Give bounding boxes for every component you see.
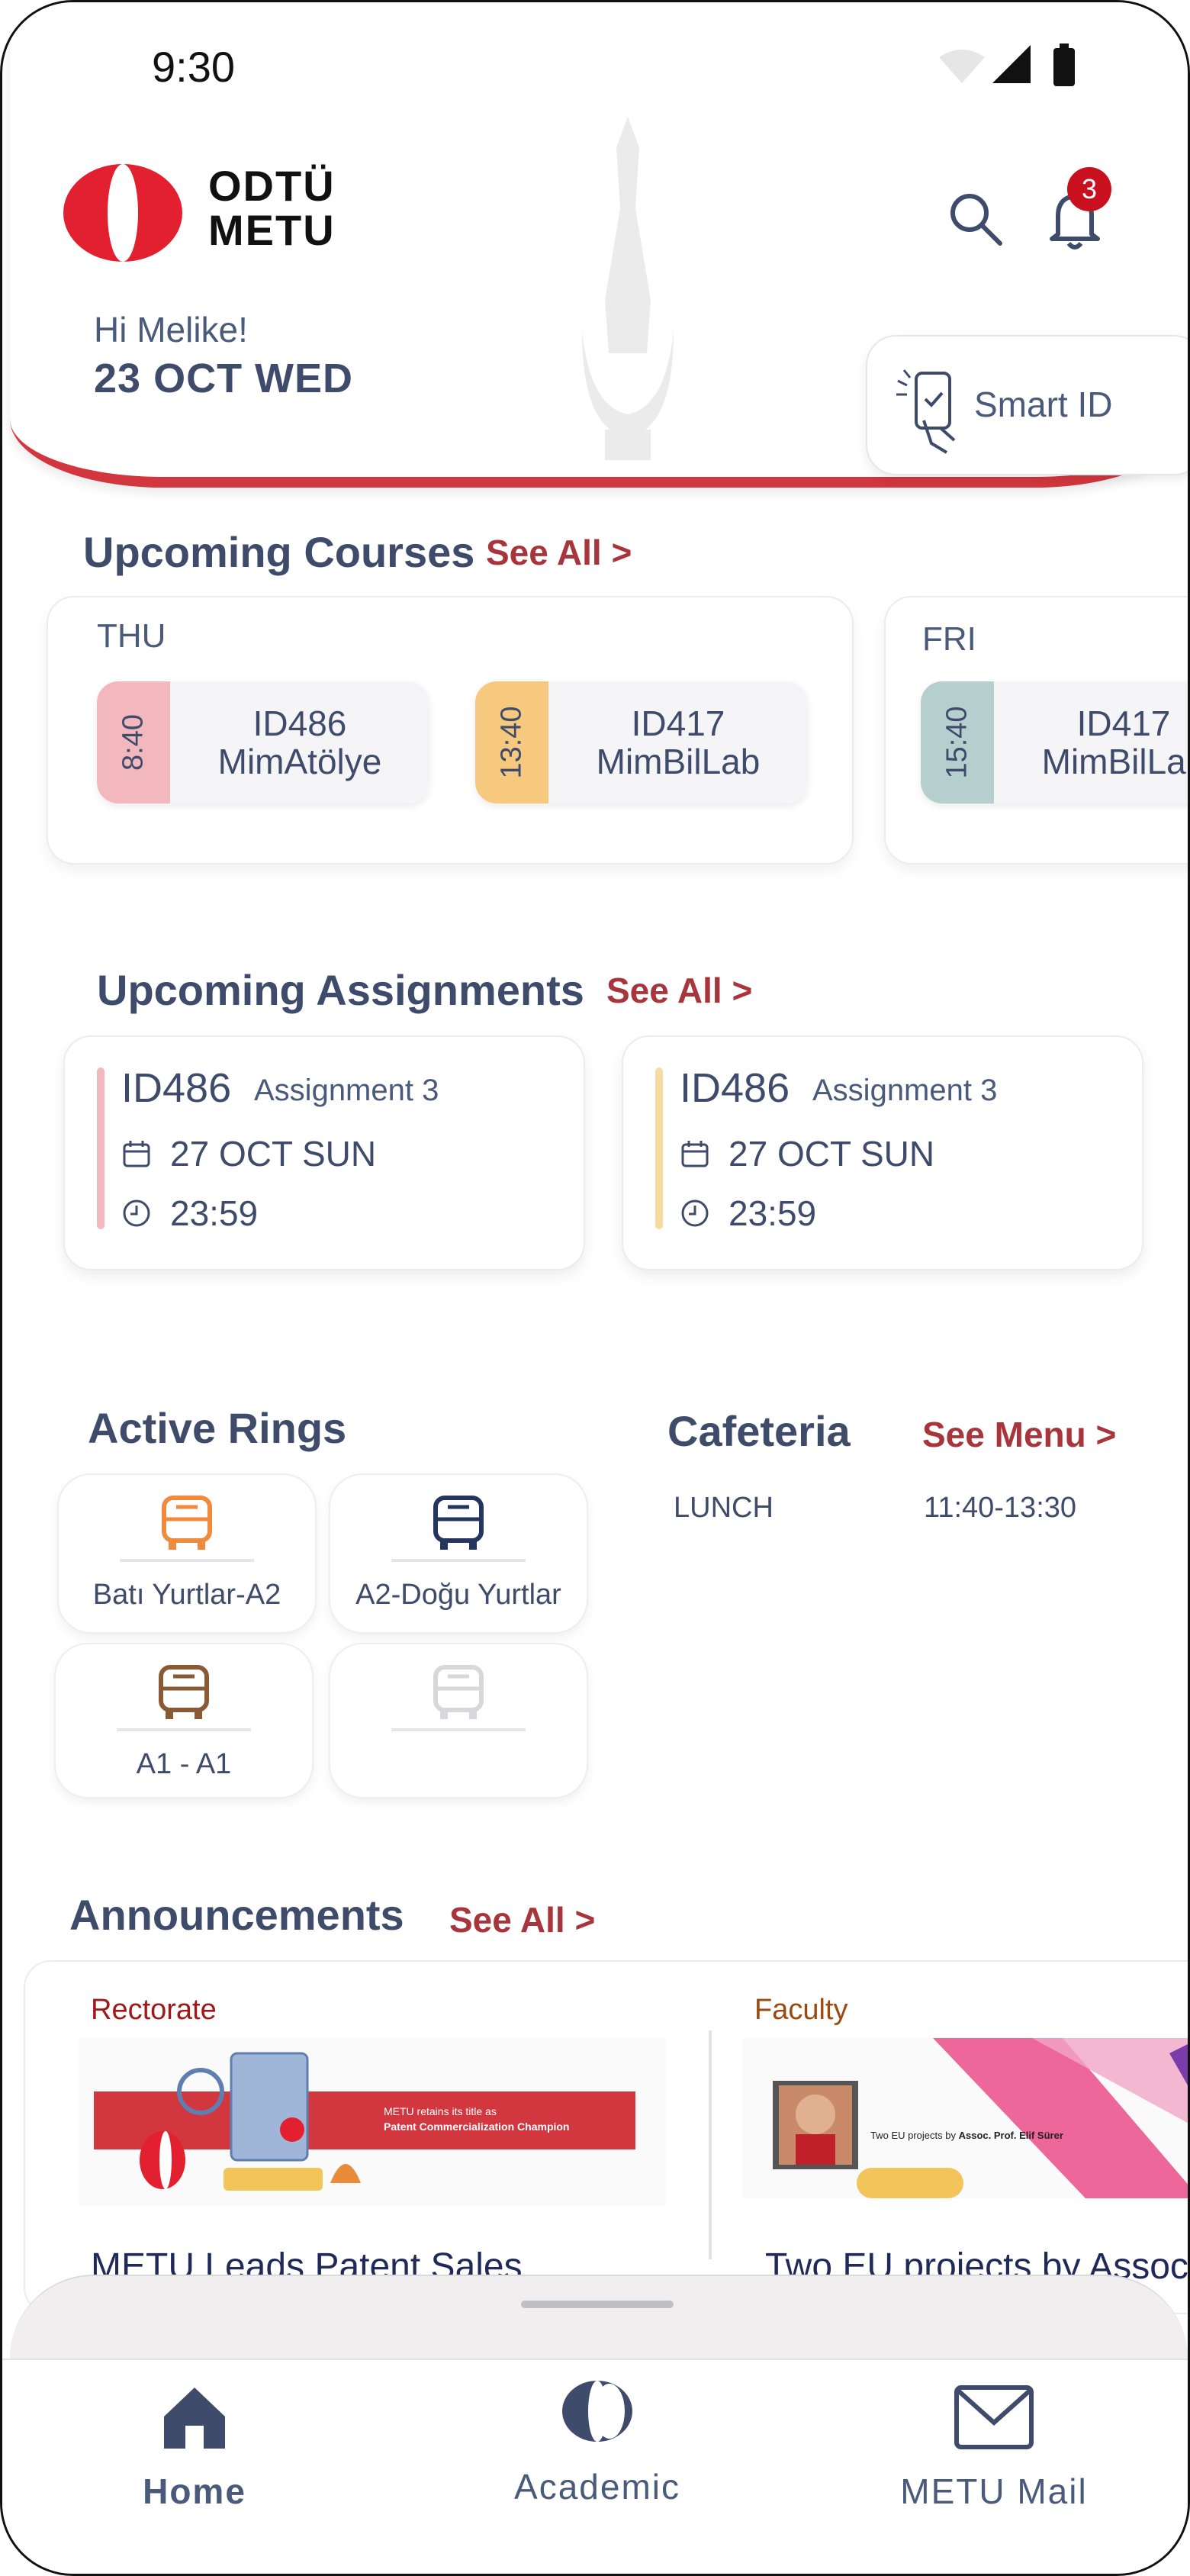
announcements-see-all-link[interactable]: See All >: [449, 1899, 595, 1940]
course-time-tab: 13:40: [475, 681, 548, 803]
announcements-carousel: Rectorate METU retains its title as Pate…: [24, 1960, 1188, 2314]
announcement-banner: METU retains its title as Patent Commerc…: [79, 2038, 666, 2206]
signal-icon: [992, 45, 1031, 83]
courses-title: Upcoming Courses: [83, 528, 475, 576]
ring-divider: [120, 1559, 254, 1562]
course-chip[interactable]: 13:40 ID417 MimBilLab: [475, 681, 808, 803]
course-info: ID486 MimAtölye: [217, 704, 382, 781]
course-day-card: FRI 15:40 ID417 MimBilLab: [884, 596, 1190, 865]
ring-divider: [391, 1559, 526, 1562]
smart-id-button[interactable]: Smart ID: [866, 335, 1188, 475]
home-icon: [164, 2388, 225, 2449]
bus-icon: [433, 1665, 484, 1719]
assignments-see-all-link[interactable]: See All >: [606, 970, 752, 1011]
assignment-title: Assignment 3: [254, 1074, 439, 1107]
status-time: 9:30: [152, 43, 235, 91]
logo-wordmark: ODTÜ METU: [208, 162, 336, 254]
battery-icon: [1053, 48, 1075, 86]
ring-label: A2-Doğu Yurtlar: [355, 1579, 561, 1611]
greeting: Hi Melike!: [94, 310, 248, 349]
ring-card[interactable]: A2-Doğu Yurtlar: [329, 1473, 588, 1634]
assignment-color-bar: [97, 1067, 105, 1229]
bus-icon: [433, 1496, 484, 1550]
course-day-label: THU: [97, 617, 166, 655]
course-info: ID417 MimBilLab: [596, 704, 761, 781]
search-icon[interactable]: [945, 188, 1006, 250]
banner-text: Two EU projects by Assoc. Prof. Elif Sür…: [870, 2130, 1063, 2141]
course-info: ID417 MimBilLab: [1041, 704, 1190, 781]
ring-label: Batı Yurtlar-A2: [92, 1579, 281, 1611]
tab-mail-label: METU Mail: [900, 2471, 1088, 2511]
tab-mail[interactable]: METU Mail: [880, 2383, 1108, 2512]
ring-card-empty: [329, 1643, 588, 1798]
assignment-card[interactable]: ID486 Assignment 3 27 OCT SUN 23:59: [63, 1035, 585, 1270]
wifi-icon: [939, 50, 985, 83]
cafeteria-title: Cafeteria: [667, 1407, 851, 1455]
courses-see-all-link[interactable]: See All >: [486, 532, 632, 573]
assignment-code: ID486: [121, 1065, 232, 1111]
announcement-banner: Two EU projects by Assoc. Prof. Elif Sür…: [742, 2038, 1188, 2198]
ring-card[interactable]: A1 - A1: [54, 1643, 314, 1798]
course-day-label: FRI: [922, 620, 976, 658]
banner-text: Patent Commercialization Champion: [384, 2120, 570, 2133]
faculty-illustration: [773, 2038, 1188, 2198]
bus-icon: [159, 1665, 209, 1719]
ring-label: A1 - A1: [136, 1748, 232, 1780]
course-chip[interactable]: 15:40 ID417 MimBilLab: [921, 681, 1190, 803]
calendar-icon: [681, 1141, 709, 1167]
course-chip[interactable]: 8:40 ID486 MimAtölye: [97, 681, 429, 803]
assignment-code: ID486: [680, 1065, 790, 1111]
bottom-tab-bar: Home Academic METU Mail: [2, 2359, 1188, 2574]
announcement-category: Faculty: [754, 1994, 848, 2026]
ring-card[interactable]: Batı Yurtlar-A2: [57, 1473, 317, 1634]
patent-illustration: [140, 2052, 361, 2191]
announcements-title: Announcements: [69, 1891, 404, 1939]
announcement-divider: [709, 2030, 712, 2259]
assignment-card[interactable]: ID486 Assignment 3 27 OCT SUN 23:59: [622, 1035, 1143, 1270]
calendar-icon: [123, 1141, 150, 1167]
clock-icon: [123, 1199, 150, 1227]
clock-icon: [681, 1199, 709, 1227]
smart-id-label: Smart ID: [974, 385, 1113, 424]
tab-home-label: Home: [143, 2471, 246, 2511]
assignment-time-row: 23:59: [121, 1193, 258, 1234]
assignment-title: Assignment 3: [812, 1074, 998, 1107]
mail-icon: [954, 2385, 1034, 2449]
assignment-color-bar: [655, 1067, 663, 1229]
ring-divider: [391, 1728, 526, 1731]
academic-icon: [562, 2381, 632, 2442]
assignments-title: Upcoming Assignments: [97, 966, 584, 1014]
ring-divider: [117, 1728, 251, 1731]
assignment-time-row: 23:59: [680, 1193, 816, 1234]
tab-home[interactable]: Home: [118, 2383, 271, 2512]
tab-academic[interactable]: Academic: [490, 2377, 704, 2507]
banner-text: METU retains its title as: [384, 2105, 497, 2117]
course-time-tab: 8:40: [97, 681, 170, 803]
current-date: 23 OCT WED: [94, 356, 354, 401]
announcement-category: Rectorate: [91, 1994, 217, 2026]
assignment-date-row: 27 OCT SUN: [121, 1133, 376, 1174]
meal-name: LUNCH: [674, 1492, 774, 1524]
metu-logo-icon: [63, 164, 182, 262]
assignment-date-row: 27 OCT SUN: [680, 1133, 934, 1174]
phone-hand-icon: [896, 369, 956, 454]
announcement-item[interactable]: Rectorate METU retains its title as Pate…: [25, 1962, 704, 2313]
tab-academic-label: Academic: [514, 2467, 680, 2507]
bus-icon: [162, 1496, 212, 1550]
notification-badge: 3: [1067, 167, 1111, 211]
rings-title: Active Rings: [88, 1404, 347, 1452]
see-menu-link[interactable]: See Menu >: [922, 1414, 1116, 1455]
course-day-card: THU 8:40 ID486 MimAtölye 13:40 ID417 Mim…: [47, 596, 854, 865]
meal-hours: 11:40-13:30: [924, 1492, 1077, 1524]
phone-frame: 9:30 ODTÜ METU 3 Hi Melike! 23 OCT WED S…: [0, 0, 1190, 2576]
monument-illustration: [582, 117, 674, 460]
drag-handle[interactable]: [521, 2301, 674, 2308]
announcement-item[interactable]: Faculty Two EU projects by Assoc. Prof. …: [735, 1962, 1188, 2313]
status-icons: [939, 43, 1075, 86]
course-time-tab: 15:40: [921, 681, 994, 803]
